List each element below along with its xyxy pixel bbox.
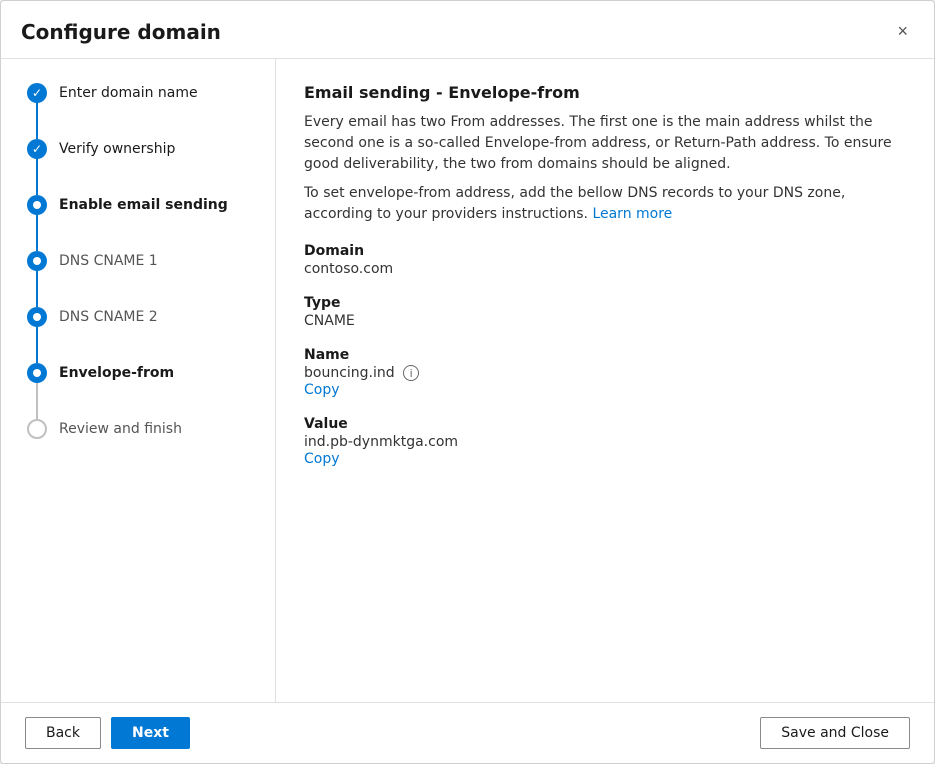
step-item-enable-email: Enable email sending <box>25 195 275 215</box>
close-button[interactable]: × <box>891 17 914 46</box>
field-label-type: Type <box>304 295 906 311</box>
step-item-enter-domain: ✓ Enter domain name <box>25 83 275 103</box>
step-label-review-finish: Review and finish <box>49 419 182 439</box>
step-spacer-5 <box>25 327 275 363</box>
content-description-2: To set envelope-from address, add the be… <box>304 183 906 225</box>
step-line-4 <box>36 271 38 307</box>
step-connector-review <box>25 419 49 439</box>
field-type: Type CNAME <box>304 295 906 329</box>
step-connector-dns2 <box>25 307 49 327</box>
step-spacer-2 <box>25 159 275 195</box>
step-connector-verify: ✓ <box>25 139 49 159</box>
copy-value-button[interactable]: Copy <box>304 451 340 467</box>
field-value-type: CNAME <box>304 313 906 329</box>
step-line-col-3 <box>25 215 49 251</box>
step-line-col-2 <box>25 159 49 195</box>
step-connector-dns1 <box>25 251 49 271</box>
step-dot-dns1 <box>27 251 47 271</box>
sidebar: ✓ Enter domain name ✓ <box>1 59 276 702</box>
step-label-enter-domain: Enter domain name <box>49 83 198 103</box>
step-spacer-1 <box>25 103 275 139</box>
next-button[interactable]: Next <box>111 717 190 749</box>
modal-header: Configure domain × <box>1 1 934 59</box>
field-label-domain: Domain <box>304 243 906 259</box>
field-value-value: ind.pb-dynmktga.com <box>304 434 906 450</box>
step-label-dns-cname-1: DNS CNAME 1 <box>49 251 158 271</box>
content-description-2-text: To set envelope-from address, add the be… <box>304 185 845 222</box>
step-item-dns-cname-1: DNS CNAME 1 <box>25 251 275 271</box>
step-spacer-4 <box>25 271 275 307</box>
step-connector-enable <box>25 195 49 215</box>
step-connector-envelope <box>25 363 49 383</box>
content-title: Email sending - Envelope-from <box>304 83 906 102</box>
field-label-name: Name <box>304 347 906 363</box>
step-label-verify-ownership: Verify ownership <box>49 139 175 159</box>
step-item-verify-ownership: ✓ Verify ownership <box>25 139 275 159</box>
step-line-1 <box>36 103 38 139</box>
field-label-value: Value <box>304 416 906 432</box>
step-list: ✓ Enter domain name ✓ <box>25 83 275 439</box>
check-icon: ✓ <box>32 86 42 100</box>
footer-left-actions: Back Next <box>25 717 190 749</box>
step-line-2 <box>36 159 38 195</box>
field-value: Value ind.pb-dynmktga.com Copy <box>304 416 906 467</box>
step-line-5 <box>36 327 38 363</box>
step-line-col-5 <box>25 327 49 363</box>
modal-footer: Back Next Save and Close <box>1 702 934 763</box>
learn-more-link[interactable]: Learn more <box>592 206 672 222</box>
step-line-col-1 <box>25 103 49 139</box>
info-icon-name[interactable]: i <box>403 365 419 381</box>
field-name: Name bouncing.ind i Copy <box>304 347 906 398</box>
step-label-envelope-from: Envelope-from <box>49 363 174 383</box>
step-dot-envelope <box>27 363 47 383</box>
step-connector-enter-domain: ✓ <box>25 83 49 103</box>
step-item-dns-cname-2: DNS CNAME 2 <box>25 307 275 327</box>
step-spacer-6 <box>25 383 275 419</box>
copy-name-button[interactable]: Copy <box>304 382 340 398</box>
step-label-enable-email: Enable email sending <box>49 195 228 215</box>
step-line-6 <box>36 383 38 419</box>
configure-domain-modal: Configure domain × ✓ Enter domain name <box>0 0 935 764</box>
field-value-domain: contoso.com <box>304 261 906 277</box>
back-button[interactable]: Back <box>25 717 101 749</box>
step-item-envelope-from: Envelope-from <box>25 363 275 383</box>
step-line-col-4 <box>25 271 49 307</box>
save-close-button[interactable]: Save and Close <box>760 717 910 749</box>
step-dot-review <box>27 419 47 439</box>
modal-title: Configure domain <box>21 20 221 44</box>
modal-body: ✓ Enter domain name ✓ <box>1 59 934 702</box>
step-label-dns-cname-2: DNS CNAME 2 <box>49 307 158 327</box>
field-value-name-text: bouncing.ind <box>304 365 395 381</box>
content-panel: Email sending - Envelope-from Every emai… <box>276 59 934 702</box>
step-dot-verify: ✓ <box>27 139 47 159</box>
step-line-3 <box>36 215 38 251</box>
step-spacer-3 <box>25 215 275 251</box>
step-dot-enable-email <box>27 195 47 215</box>
step-line-col-6 <box>25 383 49 419</box>
step-dot-enter-domain: ✓ <box>27 83 47 103</box>
step-item-review-finish: Review and finish <box>25 419 275 439</box>
content-description-1: Every email has two From addresses. The … <box>304 112 906 175</box>
step-dot-dns2 <box>27 307 47 327</box>
field-domain: Domain contoso.com <box>304 243 906 277</box>
field-value-name: bouncing.ind i <box>304 365 906 381</box>
check-icon-2: ✓ <box>32 142 42 156</box>
